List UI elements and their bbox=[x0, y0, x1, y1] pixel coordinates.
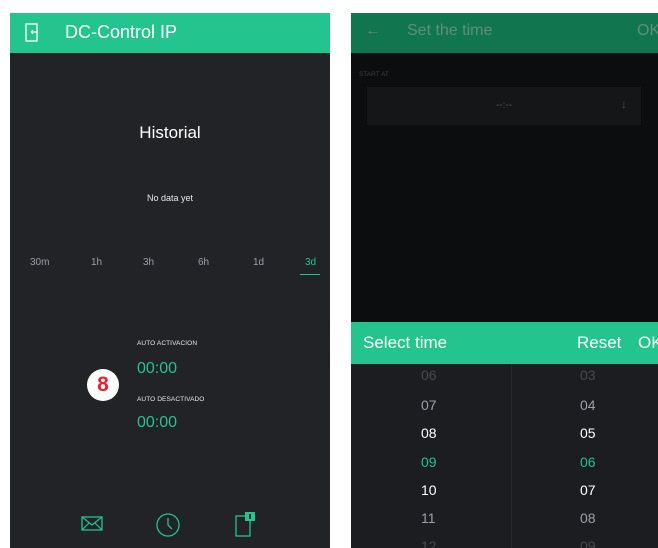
time-wheel[interactable]: 06 07 08 09 10 11 12 03 04 05 06 07 08 0… bbox=[351, 364, 658, 548]
app-bar: DC-Control IP bbox=[10, 13, 330, 53]
minute-item[interactable]: 03 bbox=[580, 367, 596, 383]
auto-activacion-time[interactable]: 00:00 bbox=[137, 360, 177, 378]
hour-item[interactable]: 08 bbox=[421, 425, 437, 441]
auto-desactivado-label: AUTO DESACTIVADO bbox=[137, 396, 205, 403]
range-30m[interactable]: 30m bbox=[30, 257, 49, 268]
hour-item[interactable]: 12 bbox=[421, 538, 437, 548]
range-6h[interactable]: 6h bbox=[198, 257, 209, 268]
select-time-label: Select time bbox=[363, 333, 448, 352]
select-time-bar: Select time Reset OK bbox=[351, 322, 658, 364]
start-at-label: START AT bbox=[359, 71, 389, 78]
start-at-field[interactable]: --:-- ↓ bbox=[367, 87, 641, 125]
historial-title: Historial bbox=[139, 123, 201, 142]
clock-icon[interactable] bbox=[155, 512, 181, 543]
annotation-badge: 8 bbox=[87, 369, 119, 401]
hour-item[interactable]: 10 bbox=[421, 482, 437, 498]
exit-icon[interactable] bbox=[24, 22, 40, 44]
ok-button[interactable]: OK bbox=[637, 22, 658, 40]
minute-item[interactable]: 05 bbox=[580, 425, 596, 441]
selected-minute[interactable]: 06 bbox=[580, 454, 596, 470]
start-at-value: --:-- bbox=[495, 100, 513, 111]
selected-hour[interactable]: 09 bbox=[421, 454, 437, 470]
device-notification-icon[interactable] bbox=[234, 512, 256, 543]
wheel-divider bbox=[511, 364, 512, 548]
range-3h[interactable]: 3h bbox=[143, 257, 154, 268]
active-range-underline bbox=[300, 274, 320, 275]
auto-activacion-label: AUTO ACTIVACION bbox=[137, 340, 198, 347]
hour-item[interactable]: 07 bbox=[421, 397, 437, 413]
app-title: DC-Control IP bbox=[65, 22, 178, 42]
minute-item[interactable]: 08 bbox=[580, 510, 596, 526]
set-time-title: Set the time bbox=[407, 22, 493, 39]
set-time-app-bar: ← Set the time OK bbox=[351, 13, 658, 53]
range-3d[interactable]: 3d bbox=[305, 257, 316, 268]
set-time-screen: ← Set the time OK START AT --:-- ↓ Selec… bbox=[351, 13, 658, 548]
minute-item[interactable]: 07 bbox=[580, 482, 596, 498]
minute-item[interactable]: 04 bbox=[580, 397, 596, 413]
hour-item[interactable]: 06 bbox=[421, 367, 437, 383]
minute-item[interactable]: 09 bbox=[580, 538, 596, 548]
auto-desactivado-time[interactable]: 00:00 bbox=[137, 414, 177, 432]
hour-item[interactable]: 11 bbox=[421, 510, 436, 526]
reset-button[interactable]: Reset bbox=[577, 333, 621, 353]
no-data-text: No data yet bbox=[146, 193, 194, 203]
range-1d[interactable]: 1d bbox=[253, 257, 264, 268]
chevron-down-icon: ↓ bbox=[621, 97, 627, 111]
range-1h[interactable]: 1h bbox=[91, 257, 102, 268]
back-arrow-icon[interactable]: ← bbox=[365, 22, 381, 40]
mail-icon[interactable] bbox=[81, 512, 103, 539]
select-ok-button[interactable]: OK bbox=[638, 333, 658, 353]
dc-control-screen: DC-Control IP Historial No data yet 30m … bbox=[10, 13, 330, 548]
